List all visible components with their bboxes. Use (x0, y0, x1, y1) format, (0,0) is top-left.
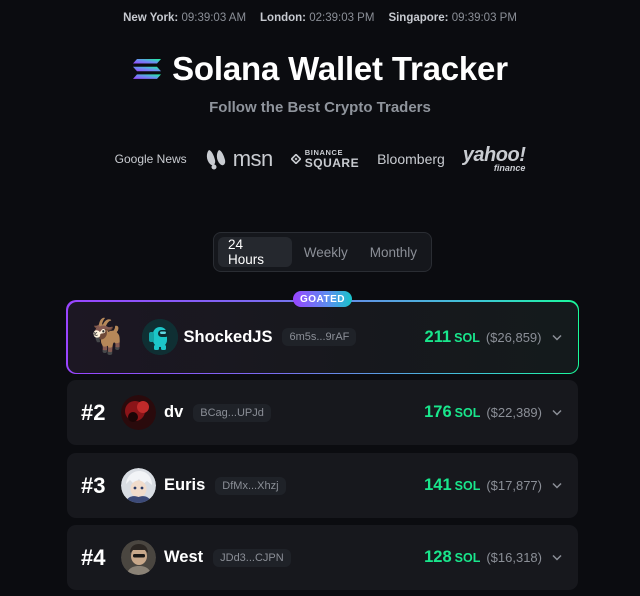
trader-name: West (164, 548, 204, 566)
clock-london: London: 02:39:03 PM (260, 12, 374, 24)
sol-value: 128 (424, 548, 452, 566)
leaderboard-row[interactable]: #4 West JDd3...CJPN 128 SOL ($16,318) (67, 525, 578, 590)
leaderboard-row[interactable]: #3 Euris DfMx...Xhzj 141 SOL ($17,877) (67, 453, 578, 518)
wallet-address[interactable]: JDd3...CJPN (213, 548, 291, 567)
yahoo-finance-logo: yahoo! finance (462, 144, 526, 173)
usd-amount: ($17,877) (486, 478, 542, 493)
among-us-avatar-icon (141, 319, 178, 355)
trader-name: Euris (164, 476, 206, 494)
rank-label: #4 (81, 544, 106, 570)
wallet-address[interactable]: DfMx...Xhzj (215, 476, 286, 495)
tab-weekly[interactable]: Weekly (294, 237, 358, 267)
tab-24-hours[interactable]: 24 Hours (218, 237, 292, 267)
trader-name: ShockedJS (183, 327, 273, 346)
clock-city: New York: (123, 12, 179, 24)
rank-label: #3 (81, 472, 106, 498)
clock-singapore: Singapore: 09:39:03 PM (388, 12, 516, 24)
world-clocks: New York: 09:39:03 AM London: 02:39:03 P… (0, 12, 640, 24)
msn-butterfly-icon (206, 150, 225, 170)
page-title: Solana Wallet Tracker (172, 50, 508, 87)
person-avatar-icon (121, 540, 156, 575)
page-subtitle: Follow the Best Crypto Traders (209, 99, 431, 116)
sol-value: 176 (424, 403, 452, 421)
page-header: Solana Wallet Tracker (0, 50, 640, 88)
chevron-down-icon[interactable] (550, 330, 564, 344)
dark-red-avatar-icon (121, 395, 156, 430)
trader-name: dv (164, 403, 184, 421)
tab-monthly[interactable]: Monthly (360, 237, 427, 267)
avatar (141, 319, 178, 355)
goat-icon: 🐐 (86, 318, 129, 356)
usd-amount: ($22,389) (486, 405, 542, 420)
avatar (121, 395, 156, 430)
chevron-down-icon[interactable] (550, 551, 564, 565)
sol-unit: SOL (454, 406, 481, 420)
sol-unit: SOL (454, 551, 481, 565)
sol-unit: SOL (454, 479, 481, 493)
msn-logo: msn (205, 146, 273, 172)
goated-badge: GOATED (293, 291, 352, 307)
msn-text: msn (232, 146, 274, 172)
sol-value: 141 (424, 476, 452, 494)
solana-logo-icon (133, 59, 162, 79)
sol-unit: SOL (454, 330, 480, 345)
sol-value: 211 (424, 327, 452, 346)
wallet-address[interactable]: BCag...UPJd (193, 403, 271, 422)
clock-time: 09:39:03 PM (451, 12, 517, 24)
sol-amount: 211 SOL (425, 328, 480, 347)
sol-amount: 128 SOL (424, 548, 480, 567)
wallet-address[interactable]: 6m5s...9rAF (282, 328, 357, 346)
avatar (121, 468, 156, 503)
finance-text: finance (493, 163, 526, 173)
clock-city: Singapore: (388, 12, 449, 24)
clock-new-york: New York: 09:39:03 AM (123, 12, 246, 24)
leaderboard-row[interactable]: #2 dv BCag...UPJd 176 SOL ($22,389) (67, 380, 578, 445)
chevron-down-icon[interactable] (550, 479, 564, 493)
bloomberg-logo: Bloomberg (377, 151, 445, 168)
usd-amount: ($16,318) (486, 550, 542, 565)
yahoo-text: yahoo! (462, 144, 526, 166)
sol-amount: 176 SOL (424, 403, 480, 422)
anime-avatar-icon (121, 468, 156, 503)
binance-diamond-icon (290, 154, 301, 165)
rank-label: #2 (81, 399, 106, 425)
binance-square-logo: BINANCE SQUARE (290, 149, 360, 170)
leaderboard-row-goated[interactable]: 🐐 ShockedJS 6m5s...9rAF 211 SOL ($26,859) (67, 301, 578, 373)
time-range-tabs: 24 Hours Weekly Monthly (213, 232, 432, 272)
chevron-down-icon[interactable] (550, 406, 564, 420)
usd-amount: ($26,859) (485, 329, 542, 345)
square-text: SQUARE (304, 155, 360, 170)
clock-city: London: (260, 12, 307, 24)
clock-time: 02:39:03 PM (309, 12, 375, 24)
avatar (121, 540, 156, 575)
press-logos: Google News msn BINANCE SQUARE Bloomberg… (0, 144, 640, 173)
clock-time: 09:39:03 AM (181, 12, 247, 24)
google-news-logo: Google News (114, 152, 187, 167)
sol-amount: 141 SOL (424, 476, 480, 495)
